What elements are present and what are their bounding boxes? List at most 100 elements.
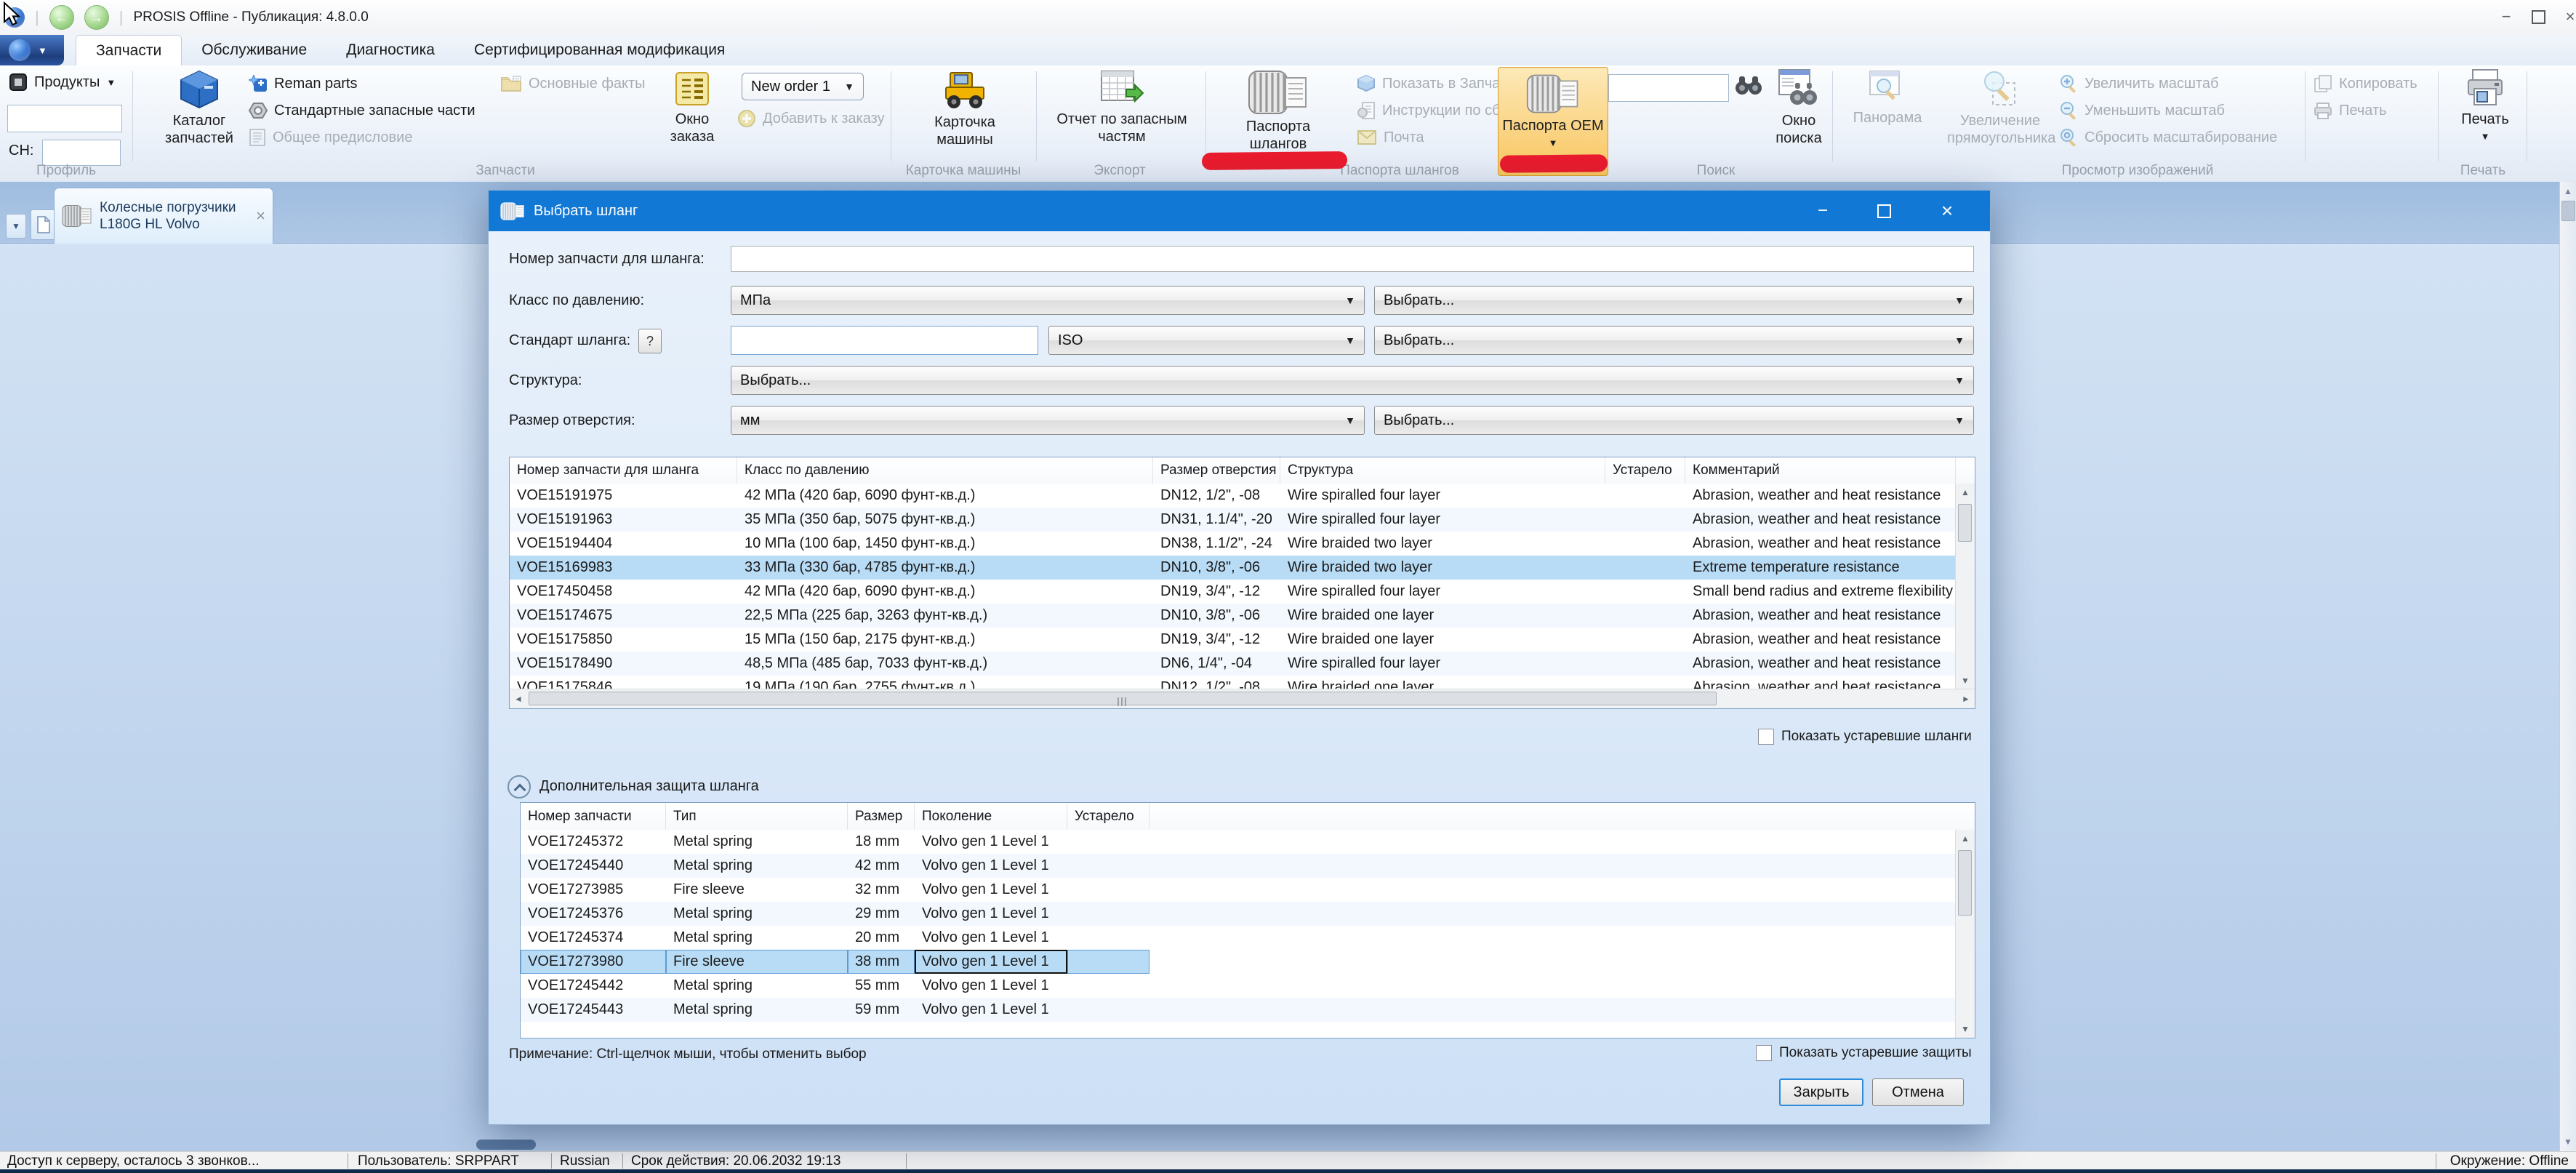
close-button[interactable]: ×	[2554, 0, 2576, 33]
back-button[interactable]: ←	[49, 5, 74, 30]
standard-select[interactable]: Выбрать...▼	[1374, 326, 1974, 355]
scroll-up-icon[interactable]: ▲	[1956, 484, 1975, 501]
table-cell[interactable]: Metal spring	[666, 854, 848, 878]
table-row[interactable]: VOE1516998333 МПа (330 бар, 4785 фунт-кв…	[510, 556, 1956, 580]
machine-card-button[interactable]: Карточка машины	[910, 68, 1019, 148]
show-obsolete-hoses-label[interactable]: Показать устаревшие шланги	[1781, 728, 1972, 745]
table-row[interactable]: VOE17245442Metal spring55 mmVolvo gen 1 …	[521, 974, 1956, 998]
table-cell[interactable]: VOE15194404	[510, 532, 737, 556]
table-cell[interactable]: DN12, 1/2", -08	[1153, 484, 1280, 508]
profile-input[interactable]	[7, 105, 122, 132]
structure-select[interactable]: Выбрать...▼	[731, 366, 1974, 395]
table-cell[interactable]: Metal spring	[666, 926, 848, 950]
table-cell[interactable]: 10 МПа (100 бар, 1450 фунт-кв.д.)	[737, 532, 1153, 556]
table-cell[interactable]: 42 МПа (420 бар, 6090 фунт-кв.д.)	[737, 580, 1153, 604]
table-cell[interactable]: DN19, 3/4", -12	[1153, 628, 1280, 652]
table-cell[interactable]: Wire braided one layer	[1280, 604, 1605, 628]
help-button[interactable]: ?	[638, 329, 662, 353]
products-button[interactable]: Продукты ▼	[9, 71, 116, 93]
dialog-minimize-button[interactable]: −	[1797, 191, 1848, 231]
scroll-down-icon[interactable]: ▼	[2560, 1134, 2576, 1150]
column-header[interactable]: Устарело	[1067, 803, 1149, 830]
dialog-maximize-button[interactable]	[1858, 191, 1909, 231]
table-cell[interactable]: Volvo gen 1 Level 1	[915, 998, 1067, 1022]
column-header[interactable]: Номер запчасти для шланга	[510, 457, 737, 484]
table-cell[interactable]: Metal spring	[666, 998, 848, 1022]
table-cell[interactable]: Fire sleeve	[666, 878, 848, 902]
hose-passports-button[interactable]: Паспорта шлангов	[1207, 68, 1349, 153]
scroll-up-icon[interactable]: ▲	[2560, 183, 2576, 199]
table-cell[interactable]: VOE15191975	[510, 484, 737, 508]
table-cell[interactable]: VOE17245442	[521, 974, 666, 998]
table-row[interactable]: VOE17273980Fire sleeve38 mmVolvo gen 1 L…	[521, 950, 1956, 974]
table-row[interactable]: VOE17245372Metal spring18 mmVolvo gen 1 …	[521, 830, 1956, 854]
tab-certified-modification[interactable]: Сертифицированная модификация	[454, 35, 745, 65]
print-button[interactable]: Печать ▼	[2447, 67, 2523, 145]
dialog-close-button[interactable]: ×	[1919, 191, 1975, 231]
search-window-button[interactable]: Окно поиска	[1765, 67, 1832, 147]
column-header[interactable]: Устарело	[1605, 457, 1685, 484]
table-row[interactable]: VOE17245440Metal spring42 mmVolvo gen 1 …	[521, 854, 1956, 878]
table-row[interactable]: VOE1519197542 МПа (420 бар, 6090 фунт-кв…	[510, 484, 1956, 508]
table-cell[interactable]: 15 МПа (150 бар, 2175 фунт-кв.д.)	[737, 628, 1153, 652]
table-cell[interactable]: Wire spiralled four layer	[1280, 508, 1605, 532]
table-cell[interactable]: DN6, 1/4", -04	[1153, 652, 1280, 676]
table-row[interactable]: VOE17245443Metal spring59 mmVolvo gen 1 …	[521, 998, 1956, 1022]
table-cell[interactable]: VOE15178490	[510, 652, 737, 676]
table-cell[interactable]: 59 mm	[848, 998, 915, 1022]
parts-catalog-button[interactable]: Каталог запчастей	[154, 68, 244, 147]
tab-list-dropdown-button[interactable]: ▼	[6, 214, 26, 239]
table-cell[interactable]	[1067, 854, 1149, 878]
table-row[interactable]: VOE1745045842 МПа (420 бар, 6090 фунт-кв…	[510, 580, 1956, 604]
order-select[interactable]: New order 1 ▼	[742, 73, 864, 100]
protection-table-vscrollbar[interactable]: ▲ ▼	[1955, 830, 1975, 1038]
table-cell[interactable]: Abrasion, weather and heat resistance	[1685, 532, 1956, 556]
table-cell[interactable]: 29 mm	[848, 902, 915, 926]
table-cell[interactable]: DN31, 1.1/4", -20	[1153, 508, 1280, 532]
table-cell[interactable]: Wire spiralled four layer	[1280, 652, 1605, 676]
table-cell[interactable]: VOE17450458	[510, 580, 737, 604]
table-cell[interactable]: Metal spring	[666, 974, 848, 998]
column-header[interactable]: Тип	[666, 803, 848, 830]
table-cell[interactable]: 32 mm	[848, 878, 915, 902]
table-cell[interactable]: Volvo gen 1 Level 1	[915, 926, 1067, 950]
table-cell[interactable]: VOE17245374	[521, 926, 666, 950]
table-cell[interactable]: VOE17245376	[521, 902, 666, 926]
table-cell[interactable]: Wire braided one layer	[1280, 628, 1605, 652]
table-cell[interactable]: Abrasion, weather and heat resistance	[1685, 508, 1956, 532]
table-cell[interactable]: VOE17273980	[521, 950, 666, 974]
table-cell[interactable]: Volvo gen 1 Level 1	[915, 902, 1067, 926]
table-row[interactable]: VOE1517849048,5 МПа (485 бар, 7033 фунт-…	[510, 652, 1956, 676]
table-cell[interactable]: Wire braided two layer	[1280, 556, 1605, 580]
table-cell[interactable]: Metal spring	[666, 902, 848, 926]
order-window-button[interactable]: Окно заказа	[653, 68, 731, 145]
table-cell[interactable]: 42 МПа (420 бар, 6090 фунт-кв.д.)	[737, 484, 1153, 508]
table-cell[interactable]: Abrasion, weather and heat resistance	[1685, 652, 1956, 676]
table-cell[interactable]: VOE17245440	[521, 854, 666, 878]
scroll-down-icon[interactable]: ▼	[1956, 672, 1975, 689]
table-cell[interactable]	[1605, 556, 1685, 580]
column-header[interactable]: Номер запчасти	[521, 803, 666, 830]
table-cell[interactable]: Metal spring	[666, 830, 848, 854]
table-cell[interactable]: Abrasion, weather and heat resistance	[1685, 484, 1956, 508]
table-cell[interactable]: DN19, 3/4", -12	[1153, 580, 1280, 604]
table-cell[interactable]: 48,5 МПа (485 бар, 7033 фунт-кв.д.)	[737, 652, 1153, 676]
column-header[interactable]: Структура	[1280, 457, 1605, 484]
table-cell[interactable]	[1605, 628, 1685, 652]
table-cell[interactable]: DN38, 1.1/2", -24	[1153, 532, 1280, 556]
pressure-class-select[interactable]: Выбрать...▼	[1374, 286, 1974, 315]
table-cell[interactable]: 35 МПа (350 бар, 5075 фунт-кв.д.)	[737, 508, 1153, 532]
table-cell[interactable]: Abrasion, weather and heat resistance	[1685, 604, 1956, 628]
table-cell[interactable]: Fire sleeve	[666, 950, 848, 974]
table-cell[interactable]: Volvo gen 1 Level 1	[915, 974, 1067, 998]
standard-org-select[interactable]: ISO▼	[1048, 326, 1365, 355]
table-cell[interactable]	[1067, 902, 1149, 926]
bore-size-select[interactable]: Выбрать...▼	[1374, 406, 1974, 435]
table-cell[interactable]	[1067, 830, 1149, 854]
table-cell[interactable]: Extreme temperature resistance	[1685, 556, 1956, 580]
table-cell[interactable]	[1067, 998, 1149, 1022]
table-cell[interactable]	[1605, 532, 1685, 556]
collapse-section-button[interactable]	[507, 775, 531, 798]
close-tab-icon[interactable]: ×	[256, 207, 265, 225]
hose-part-number-input[interactable]	[731, 246, 1974, 272]
